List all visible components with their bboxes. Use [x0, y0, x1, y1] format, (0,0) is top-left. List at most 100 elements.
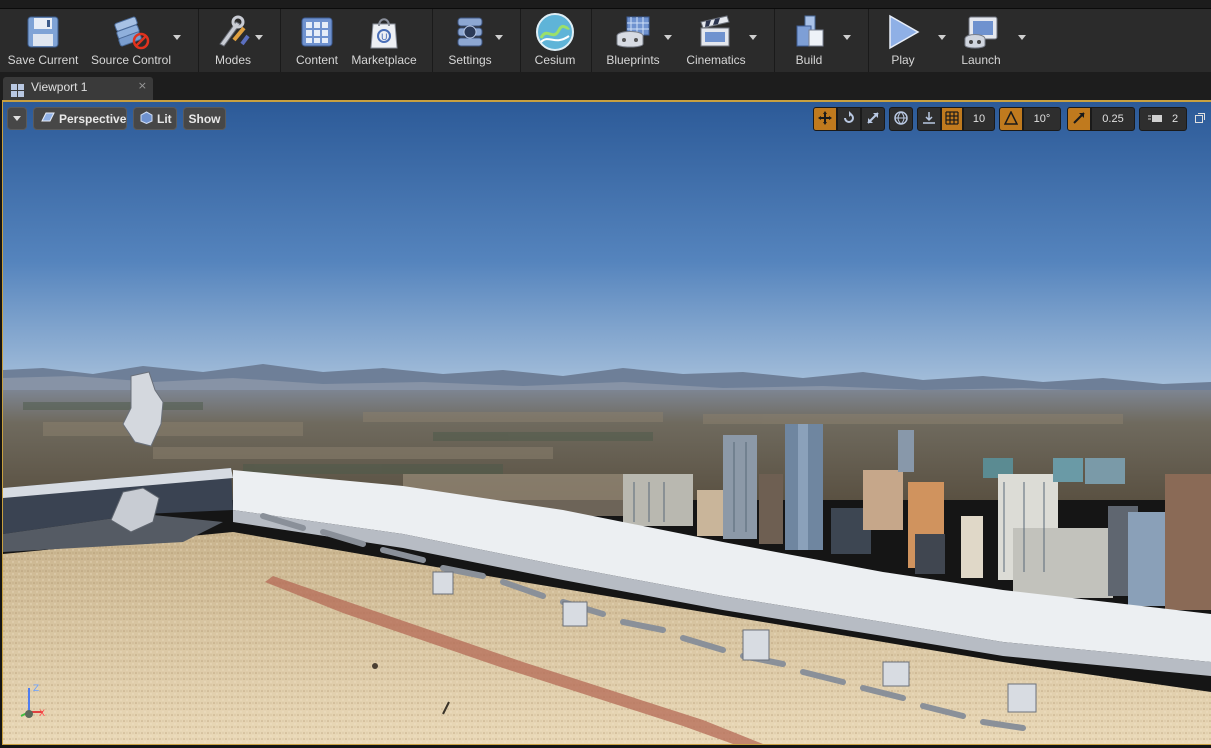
toolbar-separator — [591, 9, 592, 72]
surface-snap-button[interactable] — [917, 107, 941, 131]
launch-dropdown-icon[interactable] — [1018, 35, 1026, 40]
scale-snap-value-label: 0.25 — [1102, 113, 1124, 125]
toolbar-separator — [280, 9, 281, 72]
grid-snap-toggle[interactable] — [941, 107, 963, 131]
cesium-icon — [535, 12, 575, 52]
scale-snap-icon — [1072, 111, 1086, 128]
surface-snap-icon — [922, 111, 936, 128]
play-icon — [883, 12, 923, 52]
play-dropdown-icon[interactable] — [938, 35, 946, 40]
lit-mode-icon — [140, 110, 153, 127]
scale-snap-value[interactable]: 0.25 — [1091, 107, 1135, 131]
scale-icon — [866, 111, 880, 128]
toolbar-separator — [520, 9, 521, 72]
lit-button[interactable]: Lit — [133, 107, 177, 130]
tab-close-icon[interactable]: × — [138, 79, 147, 92]
show-label: Show — [188, 111, 221, 126]
camera-speed-button[interactable]: 2 — [1139, 107, 1187, 131]
cesium-label: Cesium — [534, 53, 576, 67]
scale-snap-toggle[interactable] — [1067, 107, 1091, 131]
save-current-label: Save Current — [7, 53, 79, 67]
cinematics-icon — [696, 12, 736, 52]
perspective-button[interactable]: Perspective — [33, 107, 127, 130]
blueprints-icon — [613, 12, 653, 52]
perspective-label: Perspective — [59, 111, 127, 126]
launch-icon — [961, 12, 1001, 52]
axis-x-label: X — [39, 709, 46, 719]
rotation-snap-toggle[interactable] — [999, 107, 1023, 131]
grid-icon — [945, 110, 959, 128]
main-toolbar: Save Current Source Control Modes Conten… — [0, 9, 1211, 72]
content-button[interactable]: Content — [290, 9, 344, 72]
modes-label: Modes — [214, 53, 252, 67]
cesium-button[interactable]: Cesium — [530, 9, 580, 72]
angle-icon — [1003, 109, 1019, 128]
marketplace-icon: U — [364, 12, 404, 52]
translate-icon — [818, 110, 832, 128]
viewport-scene[interactable] — [3, 102, 1211, 744]
cinematics-dropdown-icon[interactable] — [749, 35, 757, 40]
modes-button[interactable]: Modes — [208, 9, 258, 72]
source-control-button[interactable]: Source Control — [86, 9, 176, 72]
svg-text:U: U — [381, 33, 388, 43]
rotation-snap-value[interactable]: 10° — [1023, 107, 1061, 131]
build-dropdown-icon[interactable] — [843, 35, 851, 40]
viewport-icon — [11, 82, 24, 101]
globe-icon — [894, 110, 908, 128]
blueprints-dropdown-icon[interactable] — [664, 35, 672, 40]
tab-viewport-label: Viewport 1 — [31, 80, 88, 94]
build-icon — [789, 12, 829, 52]
toolbar-separator — [774, 9, 775, 72]
lit-label: Lit — [157, 111, 172, 126]
title-strip — [0, 0, 1211, 9]
marketplace-label: Marketplace — [351, 53, 417, 67]
level-viewport[interactable]: Perspective Lit Show 10 10° 0.25 2 Z X — [2, 100, 1211, 745]
camera-speed-icon — [1147, 112, 1164, 127]
toolbar-separator — [432, 9, 433, 72]
settings-icon — [450, 12, 490, 52]
chevron-down-icon — [13, 116, 21, 121]
cinematics-label: Cinematics — [686, 53, 746, 67]
viewport-tab-bar: Viewport 1 × — [0, 72, 1211, 100]
modes-icon — [213, 12, 253, 52]
marketplace-button[interactable]: U Marketplace — [347, 9, 421, 72]
perspective-icon — [41, 111, 55, 126]
settings-button[interactable]: Settings — [442, 9, 498, 72]
play-button[interactable]: Play — [878, 9, 928, 72]
blueprints-button[interactable]: Blueprints — [600, 9, 666, 72]
maximize-icon — [1195, 112, 1205, 126]
world-local-toggle[interactable] — [889, 107, 913, 131]
viewport-options-button[interactable] — [7, 107, 27, 130]
content-label: Content — [295, 53, 339, 67]
translate-mode-button[interactable] — [813, 107, 837, 131]
save-icon — [23, 12, 63, 52]
scale-mode-button[interactable] — [861, 107, 885, 131]
build-button[interactable]: Build — [784, 9, 834, 72]
blueprints-label: Blueprints — [606, 53, 660, 67]
rotate-mode-button[interactable] — [837, 107, 861, 131]
launch-button[interactable]: Launch — [953, 9, 1009, 72]
rotate-icon — [842, 110, 856, 128]
source-control-label: Source Control — [90, 53, 172, 67]
toolbar-separator — [198, 9, 199, 72]
launch-label: Launch — [961, 53, 1001, 67]
content-icon — [297, 12, 337, 52]
show-button[interactable]: Show — [183, 107, 226, 130]
maximize-viewport-button[interactable] — [1193, 107, 1207, 131]
grid-snap-value[interactable]: 10 — [963, 107, 995, 131]
grid-snap-value-label: 10 — [972, 113, 986, 125]
modes-dropdown-icon[interactable] — [255, 35, 263, 40]
cinematics-button[interactable]: Cinematics — [680, 9, 752, 72]
source-control-icon — [111, 12, 151, 52]
camera-speed-value-label: 2 — [1171, 113, 1179, 125]
build-label: Build — [795, 53, 823, 67]
play-label: Play — [891, 53, 915, 67]
axis-z-label: Z — [33, 684, 40, 694]
settings-label: Settings — [448, 53, 492, 67]
tab-viewport-1[interactable]: Viewport 1 × — [3, 77, 153, 100]
source-control-dropdown-icon[interactable] — [173, 35, 181, 40]
toolbar-separator — [868, 9, 869, 72]
rotation-snap-value-label: 10° — [1033, 113, 1051, 125]
settings-dropdown-icon[interactable] — [495, 35, 503, 40]
save-current-button[interactable]: Save Current — [4, 9, 82, 72]
